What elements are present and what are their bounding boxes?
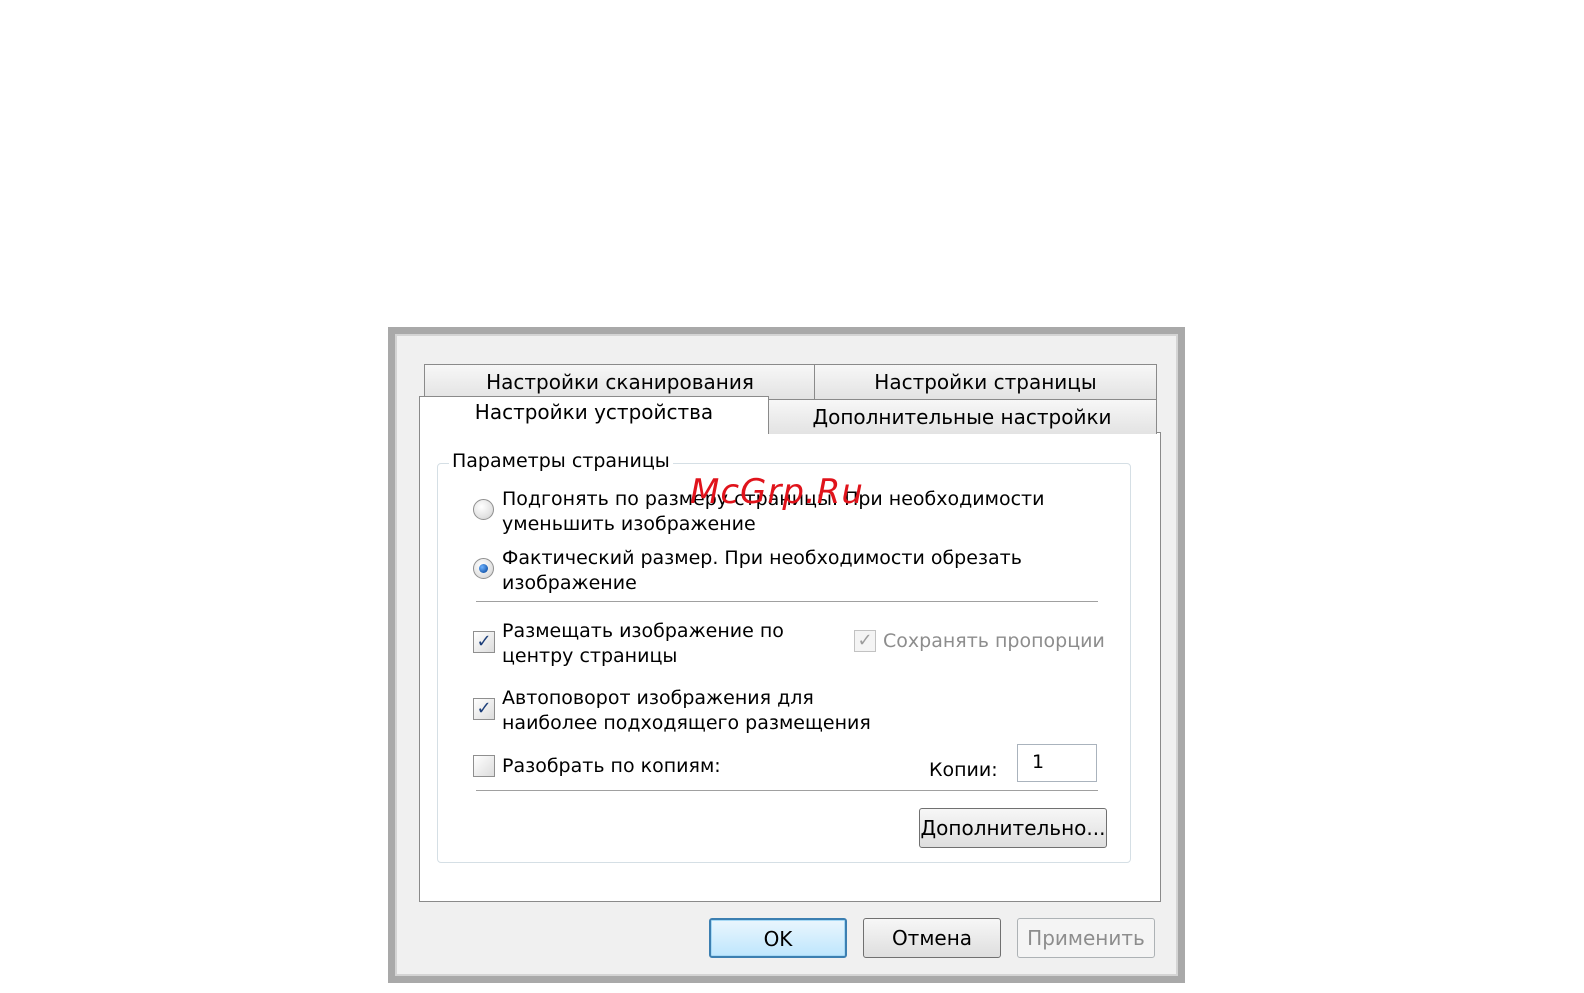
fit-to-page-text-2: уменьшить изображение <box>502 513 756 535</box>
ok-button[interactable]: OK <box>709 918 847 958</box>
group-title: Параметры страницы <box>449 450 673 472</box>
tab-advanced-settings[interactable]: Дополнительные настройки <box>767 399 1157 434</box>
collate-label[interactable]: Разобрать по копиям: <box>502 754 721 779</box>
actual-size-text-1: Фактический размер. При необходимости об… <box>502 547 1022 569</box>
center-image-text-2: центру страницы <box>502 645 678 667</box>
autorotate-label[interactable]: Автоповорот изображения для наиболее под… <box>502 686 871 736</box>
divider-2 <box>476 790 1098 791</box>
actual-size-radio[interactable] <box>473 558 494 579</box>
page-options-group: Параметры страницы Подгонять по размеру … <box>437 450 1131 863</box>
cancel-button[interactable]: Отмена <box>863 918 1001 958</box>
collate-checkbox[interactable] <box>473 755 495 777</box>
autorotate-checkbox[interactable]: ✓ <box>473 698 495 720</box>
more-button[interactable]: Дополнительно... <box>919 808 1107 848</box>
center-image-checkbox[interactable]: ✓ <box>473 631 495 653</box>
copies-input[interactable]: 1 <box>1017 744 1097 782</box>
tab-scan-settings[interactable]: Настройки сканирования <box>424 364 816 399</box>
divider <box>476 601 1098 602</box>
tab-device-settings[interactable]: Настройки устройства <box>419 396 769 434</box>
center-image-text-1: Размещать изображение по <box>502 620 784 642</box>
tab-page-settings[interactable]: Настройки страницы <box>814 364 1157 399</box>
keep-ratio-label: Сохранять пропорции <box>883 630 1105 652</box>
fit-to-page-radio[interactable] <box>473 499 494 520</box>
copies-label: Копии: <box>929 759 998 781</box>
watermark: McGrp.Ru <box>690 472 864 512</box>
autorotate-text-2: наиболее подходящего размещения <box>502 712 871 734</box>
actual-size-text-2: изображение <box>502 572 637 594</box>
actual-size-label[interactable]: Фактический размер. При необходимости об… <box>502 546 1022 596</box>
apply-button: Применить <box>1017 918 1155 958</box>
autorotate-text-1: Автоповорот изображения для <box>502 687 814 709</box>
center-image-label[interactable]: Размещать изображение по центру страницы <box>502 619 784 669</box>
keep-ratio-checkbox: ✓ <box>854 630 876 652</box>
print-settings-dialog: Настройки сканирования Настройки страниц… <box>388 327 1185 983</box>
